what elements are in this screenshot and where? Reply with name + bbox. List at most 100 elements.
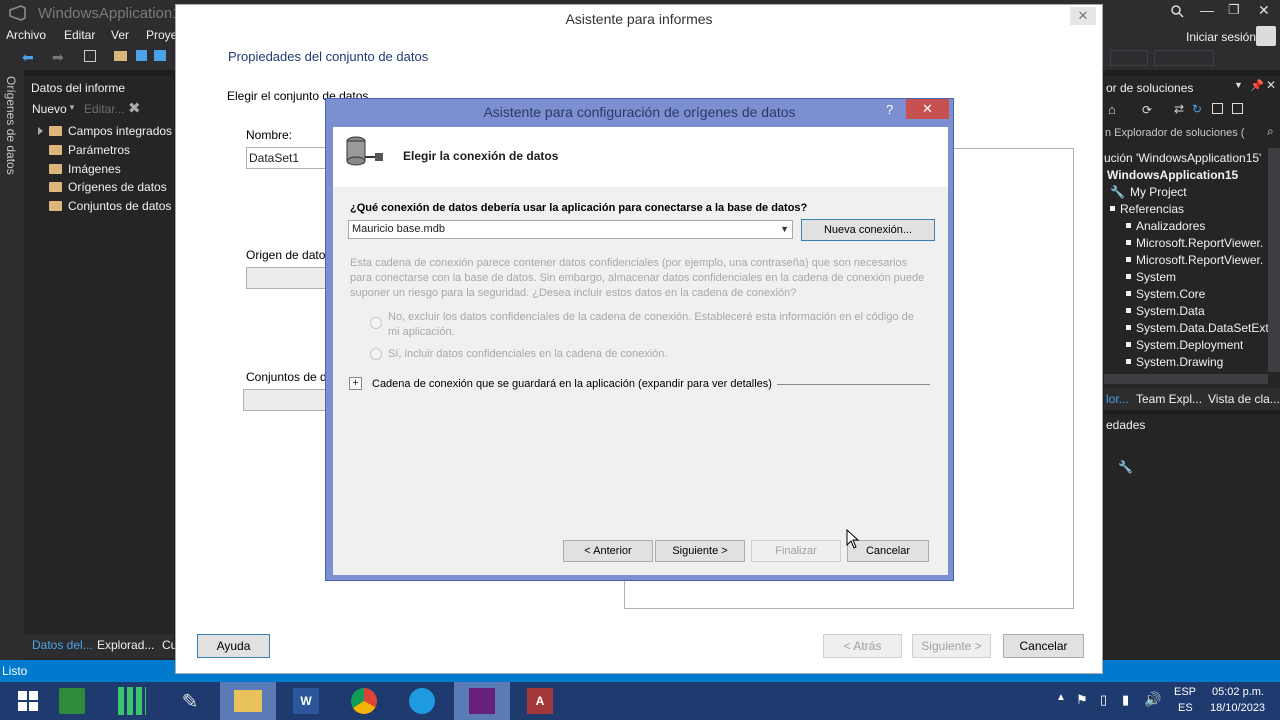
toolbar-combo-1[interactable] (1110, 50, 1148, 66)
new-connection-button[interactable]: Nueva conexión... (801, 219, 935, 241)
back-nav-icon[interactable]: ⬅ (22, 49, 34, 66)
save-icon[interactable] (136, 50, 147, 61)
restore-icon[interactable]: ❐ (1228, 2, 1240, 18)
menu-editar[interactable]: Editar (64, 28, 95, 42)
ds-next-button[interactable]: Siguiente > (655, 540, 745, 562)
chevron-down-icon[interactable]: ▼ (780, 224, 789, 234)
data-sources-tab-label: Orígenes de datos (4, 76, 18, 175)
ds-finish-button[interactable]: Finalizar (751, 540, 841, 562)
solution-search-box[interactable]: n Explorador de soluciones ( (1105, 127, 1244, 139)
taskbar-file-explorer[interactable] (220, 682, 276, 720)
menu-archivo[interactable]: Archivo (6, 28, 46, 42)
reference-row[interactable]: Microsoft.ReportViewer. (1126, 234, 1263, 251)
data-sources-vertical-tab[interactable]: Orígenes de datos (0, 70, 24, 660)
taskbar-store[interactable] (44, 682, 100, 720)
vertical-scrollbar[interactable] (1268, 148, 1280, 372)
windows-taskbar: ✎ W A ▲ ⚑ ▯ ▮ 🔊 ESP ES 05:02 p.m. 18/10/… (0, 682, 1280, 720)
expand-arrow-icon[interactable] (38, 127, 43, 135)
tray-flag-icon[interactable]: ⚑ (1076, 692, 1088, 708)
show-all-icon[interactable] (1232, 103, 1243, 114)
collapse-icon[interactable] (1212, 103, 1223, 114)
taskbar-apps[interactable] (104, 682, 160, 720)
references-row[interactable]: Referencias (1110, 200, 1184, 217)
wrench-icon[interactable]: 🔧 (1118, 460, 1133, 474)
new-project-icon[interactable] (84, 50, 96, 62)
expand-connection-string[interactable]: Cadena de conexión que se guardará en la… (372, 378, 772, 390)
reference-row[interactable]: System.Deployment (1126, 336, 1243, 353)
data-source-combo[interactable] (246, 267, 328, 289)
chevron-down-icon[interactable]: ▼ (68, 103, 76, 112)
wizard-back-button[interactable]: < Atrás (823, 634, 902, 658)
dataset-name-field[interactable]: DataSet1 (246, 147, 328, 169)
ds-close-button[interactable]: ✕ (906, 99, 949, 119)
reference-row[interactable]: System.Data.DataSetExte (1126, 319, 1275, 336)
tree-item-parametros[interactable]: Parámetros (49, 141, 130, 159)
pin-icon[interactable]: 📌 (1250, 79, 1264, 92)
datasets-combo[interactable] (243, 389, 328, 411)
horizontal-scrollbar[interactable] (1104, 374, 1268, 384)
tray-expand-icon[interactable]: ▲ (1056, 692, 1066, 703)
reference-row[interactable]: System.Data (1126, 302, 1205, 319)
edit-button: Editar... (84, 102, 125, 116)
network-icon[interactable]: ▮ (1122, 692, 1129, 708)
account-icon[interactable] (1256, 26, 1276, 46)
tab-explorer[interactable]: Explorad... (97, 638, 154, 652)
chrome-icon (351, 688, 377, 714)
close-icon[interactable]: ✕ (1258, 2, 1270, 19)
radio-exclude[interactable] (370, 317, 382, 329)
toolbar-combo-2[interactable] (1154, 50, 1214, 66)
taskbar-word[interactable]: W (278, 682, 334, 720)
tab-report-data[interactable]: Datos del... (32, 638, 93, 652)
tree-item-origenes[interactable]: Orígenes de datos (49, 178, 167, 196)
wizard-cancel-button[interactable]: Cancelar (1003, 634, 1084, 658)
reference-row[interactable]: System.Drawing (1126, 353, 1223, 370)
wizard-next-button[interactable]: Siguiente > (912, 634, 991, 658)
clock-time[interactable]: 05:02 p.m. (1212, 686, 1264, 698)
ds-back-button[interactable]: < Anterior (563, 540, 653, 562)
connection-select[interactable]: Mauricio base.mdb ▼ (348, 220, 793, 239)
switch-views-icon[interactable]: ⇄ (1174, 102, 1184, 116)
taskbar-pen[interactable]: ✎ (162, 682, 218, 720)
tray-device-icon[interactable]: ▯ (1100, 692, 1107, 708)
open-folder-icon[interactable] (114, 51, 127, 61)
tree-item-campos[interactable]: Campos integrados (38, 122, 172, 140)
menu-proyecto[interactable]: Proye (146, 28, 177, 42)
forward-nav-icon[interactable]: ➡ (52, 49, 64, 66)
radio-include[interactable] (370, 348, 382, 360)
expand-plus-icon[interactable]: + (349, 377, 362, 390)
minimize-icon[interactable]: — (1200, 2, 1214, 18)
close-panel-icon[interactable]: ✕ (1266, 78, 1276, 92)
wizard-close-button[interactable]: ✕ (1070, 7, 1096, 25)
volume-icon[interactable]: 🔊 (1144, 691, 1161, 708)
help-button[interactable]: Ayuda (197, 634, 270, 658)
properties-title: edades (1106, 418, 1146, 432)
project-row[interactable]: WindowsApplication15 (1107, 166, 1238, 183)
save-all-icon[interactable] (154, 50, 166, 61)
search-icon[interactable]: ⌕ (1267, 124, 1274, 139)
reference-row[interactable]: Microsoft.ReportViewer. (1126, 251, 1263, 268)
tab-solution-explorer[interactable]: lor... (1106, 392, 1129, 406)
tab-class-view[interactable]: Vista de cla... (1208, 392, 1280, 406)
my-project-row[interactable]: 🔧 My Project (1110, 183, 1187, 200)
search-icon[interactable] (1170, 4, 1184, 18)
dropdown-icon[interactable]: ▼ (1234, 80, 1243, 90)
taskbar-edge[interactable] (394, 682, 450, 720)
reference-row[interactable]: Analizadores (1126, 217, 1205, 234)
reference-row[interactable]: System (1126, 268, 1176, 285)
taskbar-access[interactable]: A (512, 682, 568, 720)
language-indicator[interactable]: ESP (1174, 686, 1196, 698)
taskbar-chrome[interactable] (336, 682, 392, 720)
taskbar-visual-studio[interactable] (454, 682, 510, 720)
signin-link[interactable]: Iniciar sesión (1186, 30, 1256, 44)
new-button[interactable]: Nuevo (32, 102, 67, 116)
solution-root-row[interactable]: ución 'WindowsApplication15' (1104, 149, 1261, 166)
help-icon[interactable]: ? (886, 102, 893, 117)
tree-item-imagenes[interactable]: Imágenes (49, 160, 121, 178)
tab-team-explorer[interactable]: Team Expl... (1136, 392, 1202, 406)
reference-row[interactable]: System.Core (1126, 285, 1205, 302)
home-icon[interactable]: ⌂ (1108, 102, 1116, 117)
tree-item-conjuntos[interactable]: Conjuntos de datos (49, 197, 171, 215)
menu-ver[interactable]: Ver (111, 28, 129, 42)
refresh-icon[interactable]: ↻ (1192, 102, 1202, 116)
sync-icon[interactable]: ⟳ (1142, 103, 1152, 117)
